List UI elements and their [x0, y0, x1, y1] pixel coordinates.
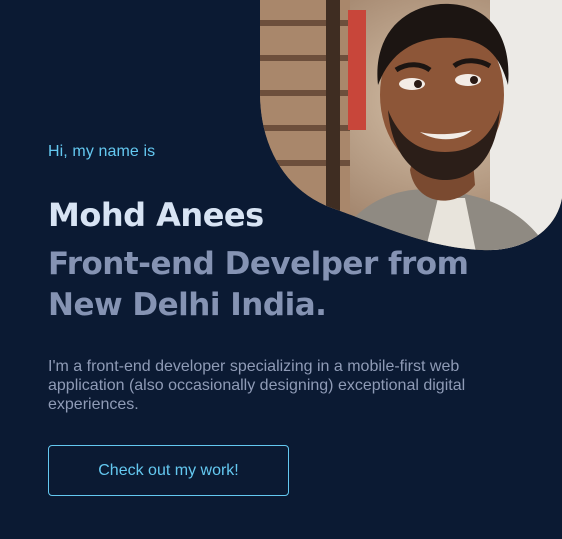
greeting-text: Hi, my name is — [48, 143, 156, 160]
check-out-work-button[interactable]: Check out my work! — [48, 445, 289, 496]
hero-section: Hi, my name is Mohd Anees Front-end Deve… — [0, 0, 562, 539]
headline: Front-end Develper from New Delhi India. — [48, 246, 469, 323]
intro-paragraph: I'm a front-end developer specializing i… — [48, 358, 466, 413]
profile-photo — [260, 0, 562, 251]
developer-name: Mohd Anees — [48, 196, 264, 234]
